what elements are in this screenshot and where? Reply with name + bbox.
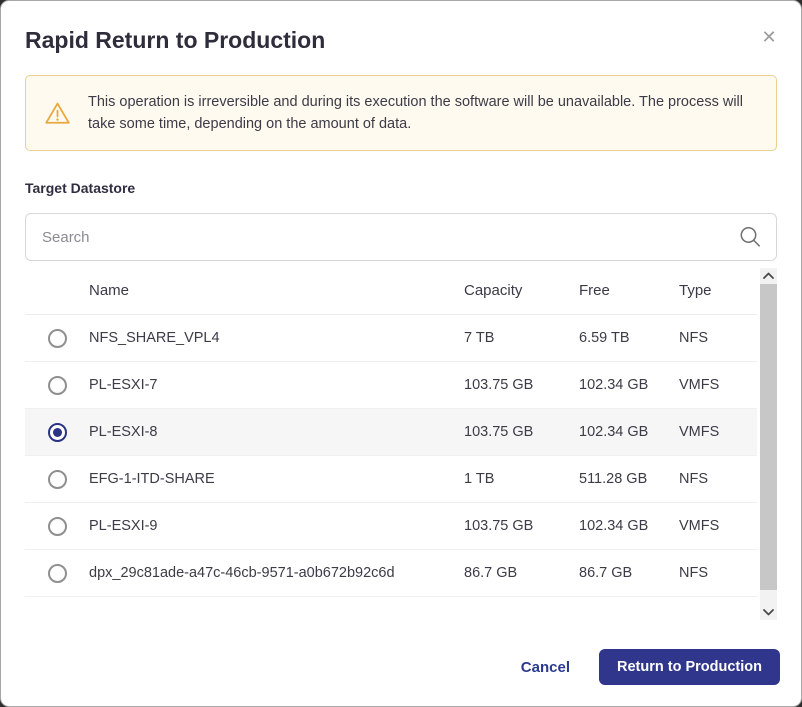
table-row[interactable]: PL-ESXI-9 103.75 GB 102.34 GB VMFS [25, 503, 757, 550]
table-header-row: Name Capacity Free Type [25, 267, 757, 315]
row-free: 511.28 GB [579, 471, 648, 487]
row-type: VMFS [679, 424, 720, 440]
row-type: NFS [679, 330, 708, 346]
search-bar [25, 213, 777, 261]
row-name: EFG-1-ITD-SHARE [89, 471, 215, 487]
row-capacity: 103.75 GB [464, 377, 534, 393]
table-row[interactable]: PL-ESXI-8 103.75 GB 102.34 GB VMFS [25, 409, 757, 456]
row-capacity: 103.75 GB [464, 518, 534, 534]
row-capacity: 1 TB [464, 471, 495, 487]
row-radio-button[interactable] [47, 516, 67, 536]
row-capacity: 86.7 GB [464, 565, 518, 581]
row-type: NFS [679, 565, 708, 581]
row-capacity: 103.75 GB [464, 424, 534, 440]
dialog-header: Rapid Return to Production ✕ [1, 1, 801, 55]
row-name: PL-ESXI-8 [89, 424, 158, 440]
row-name: NFS_SHARE_VPL4 [89, 330, 220, 346]
close-button[interactable]: ✕ [755, 23, 783, 51]
row-type: NFS [679, 471, 708, 487]
datastore-list: NFS_SHARE_VPL4 7 TB 6.59 TB NFS PL-ESXI-… [25, 315, 757, 597]
warning-banner: This operation is irreversible and durin… [25, 75, 777, 151]
row-free: 102.34 GB [579, 518, 649, 534]
row-name: PL-ESXI-7 [89, 377, 158, 393]
row-free: 6.59 TB [579, 330, 630, 346]
dialog-footer: Cancel Return to Production [1, 649, 801, 706]
row-capacity: 7 TB [464, 330, 495, 346]
column-header-name: Name [89, 282, 130, 299]
rapid-return-dialog: Rapid Return to Production ✕ This operat… [0, 0, 802, 707]
column-header-type: Type [679, 282, 712, 299]
warning-message: This operation is irreversible and durin… [88, 94, 743, 132]
row-radio-button[interactable] [47, 422, 67, 442]
table-row[interactable]: dpx_29c81ade-a47c-46cb-9571-a0b672b92c6d… [25, 550, 757, 597]
scrollbar[interactable] [760, 268, 777, 620]
dialog-title: Rapid Return to Production [25, 27, 326, 53]
search-icon[interactable] [737, 224, 763, 250]
target-datastore-label: Target Datastore [25, 180, 136, 196]
row-name: PL-ESXI-9 [89, 518, 158, 534]
column-header-free: Free [579, 282, 610, 299]
row-radio-button[interactable] [47, 469, 67, 489]
row-free: 86.7 GB [579, 565, 633, 581]
search-input[interactable] [25, 213, 777, 261]
scroll-down-icon[interactable] [760, 605, 777, 620]
scroll-up-icon[interactable] [760, 268, 777, 283]
row-radio-button[interactable] [47, 563, 67, 583]
column-header-capacity: Capacity [464, 282, 523, 299]
table-row[interactable]: EFG-1-ITD-SHARE 1 TB 511.28 GB NFS [25, 456, 757, 503]
row-type: VMFS [679, 518, 720, 534]
row-radio-button[interactable] [47, 375, 67, 395]
datastore-table: Name Capacity Free Type NFS_SHARE_VPL4 7… [25, 267, 777, 621]
close-icon: ✕ [761, 26, 777, 47]
table-row[interactable]: NFS_SHARE_VPL4 7 TB 6.59 TB NFS [25, 315, 757, 362]
row-radio-button[interactable] [47, 328, 67, 348]
warning-triangle-icon [44, 100, 71, 127]
scrollbar-thumb[interactable] [760, 284, 777, 590]
return-to-production-button[interactable]: Return to Production [599, 649, 780, 685]
row-free: 102.34 GB [579, 377, 649, 393]
row-name: dpx_29c81ade-a47c-46cb-9571-a0b672b92c6d [89, 565, 395, 581]
cancel-button[interactable]: Cancel [521, 659, 570, 676]
table-row[interactable]: PL-ESXI-7 103.75 GB 102.34 GB VMFS [25, 362, 757, 409]
row-type: VMFS [679, 377, 720, 393]
row-free: 102.34 GB [579, 424, 649, 440]
